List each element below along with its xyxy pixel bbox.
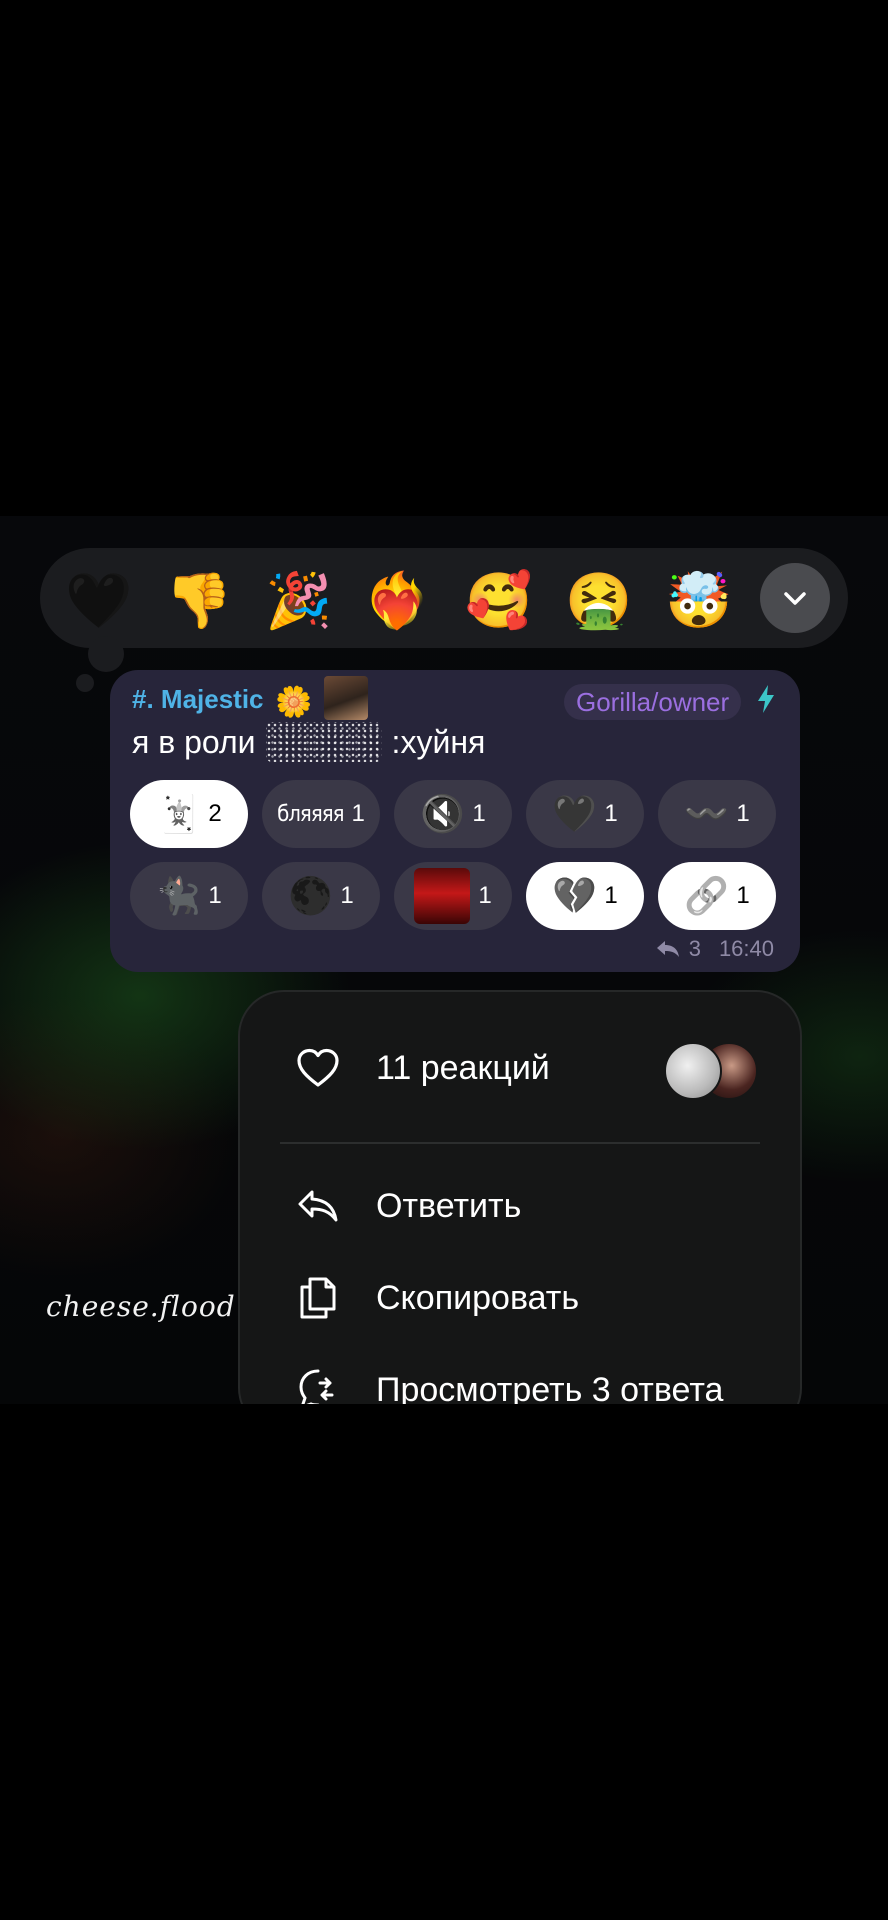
sender-avatar[interactable] [324,676,368,720]
reaction-count: 1 [208,882,222,909]
reaction-option-heart-fire[interactable]: ❤️‍🔥 [362,566,432,636]
chat-stage: 🖤 👎 🎉 ❤️‍🔥 🥰 🤮 🤯 #. Majestic 🌼 Gorilla/o… [0,516,888,1404]
reaction-jester[interactable]: 🃏 2 [130,780,248,848]
heart-outline-icon [296,1046,340,1090]
reaction-count: 1 [472,800,486,827]
message-time: 16:40 [718,936,774,961]
broken-heart-icon: 💔 [552,875,598,916]
menu-item-reply[interactable]: Ответить [240,1166,800,1246]
web-heart-icon: 🖤 [552,793,598,834]
message-text-start: я в роли [132,723,256,760]
jester-icon: 🃏 [156,793,202,834]
reaction-picker: 🖤 👎 🎉 ❤️‍🔥 🥰 🤮 🤯 [40,548,848,648]
reaction-dark-sun[interactable]: 🌑 1 [262,862,380,930]
watermark-text: cheese.flood [46,1290,236,1323]
dark-sun-icon: 🌑 [288,875,334,916]
reaction-option-vomiting[interactable]: 🤮 [564,566,634,636]
red-room-thumbnail [414,868,471,924]
reaction-web-heart[interactable]: 🖤 1 [526,780,644,848]
bolt-icon [756,684,776,721]
reaction-count: 1 [478,882,492,909]
spoiler-text[interactable] [265,722,382,762]
sender-emoji-status: 🌼 [275,684,313,720]
avatar [664,1042,722,1100]
reaction-option-smiling-hearts[interactable]: 🥰 [464,566,534,636]
menu-item-label: 11 реакций [376,1048,550,1087]
picker-tail [88,636,124,672]
reaction-option-black-heart[interactable]: 🖤 [64,566,134,636]
menu-divider [280,1142,760,1144]
reaction-sticker-text: бляяяя [277,801,344,827]
message-bubble[interactable]: #. Majestic 🌼 Gorilla/owner я в роли :ху… [110,670,800,972]
reaction-count: 1 [736,800,750,827]
menu-item-copy[interactable]: Скопировать [240,1258,800,1338]
reaction-black-cat[interactable]: 🐈‍⬛ 1 [130,862,248,930]
menu-item-view-replies[interactable]: Просмотреть 3 ответа [240,1350,800,1404]
message-text: я в роли :хуйня [132,722,485,762]
menu-item-label: Просмотреть 3 ответа [376,1370,724,1405]
menu-item-label: Ответить [376,1186,522,1225]
chevron-down-icon [784,592,806,605]
reaction-chain[interactable]: 🔗 1 [658,862,776,930]
reaction-broken-heart[interactable]: 💔 1 [526,862,644,930]
expand-reactions-button[interactable] [760,563,830,633]
copy-icon [296,1276,340,1320]
reaction-count: 1 [604,800,618,827]
reply-icon [296,1184,340,1228]
reactor-avatars[interactable] [664,1042,758,1100]
menu-item-reactions[interactable]: 11 реакций [240,1028,800,1108]
reaction-count: 1 [351,800,365,827]
reaction-count: 1 [604,882,618,909]
mute-icon: 🔇 [420,793,466,834]
reply-arrow-icon [656,941,679,957]
reaction-scribble[interactable]: 〰️ 1 [658,780,776,848]
picker-tail-dot [76,674,94,692]
context-menu: 11 реакций Ответить Скопировать Просмотр… [238,990,802,1404]
black-cat-icon: 🐈‍⬛ [156,875,202,916]
message-meta: 3 16:40 [655,936,774,962]
sender-name[interactable]: #. Majestic [132,684,264,715]
reaction-count: 1 [340,882,354,909]
reaction-option-mind-blown[interactable]: 🤯 [664,566,734,636]
reaction-text-sticker[interactable]: бляяяя 1 [262,780,380,848]
reaction-option-thumbs-down[interactable]: 👎 [164,566,234,636]
reaction-option-party[interactable]: 🎉 [264,566,334,636]
scribble-icon: 〰️ [684,793,730,834]
member-tag: Gorilla/owner [564,684,742,720]
reaction-muted[interactable]: 🔇 1 [394,780,512,848]
menu-item-label: Скопировать [376,1278,580,1317]
chain-link-icon: 🔗 [684,875,730,916]
message-text-end: :хуйня [391,723,486,760]
reply-count: 3 [688,936,701,961]
reaction-count: 2 [208,800,222,827]
replies-thread-icon [296,1368,340,1404]
reaction-count: 1 [736,882,750,909]
reaction-red-room[interactable]: 1 [394,862,512,930]
